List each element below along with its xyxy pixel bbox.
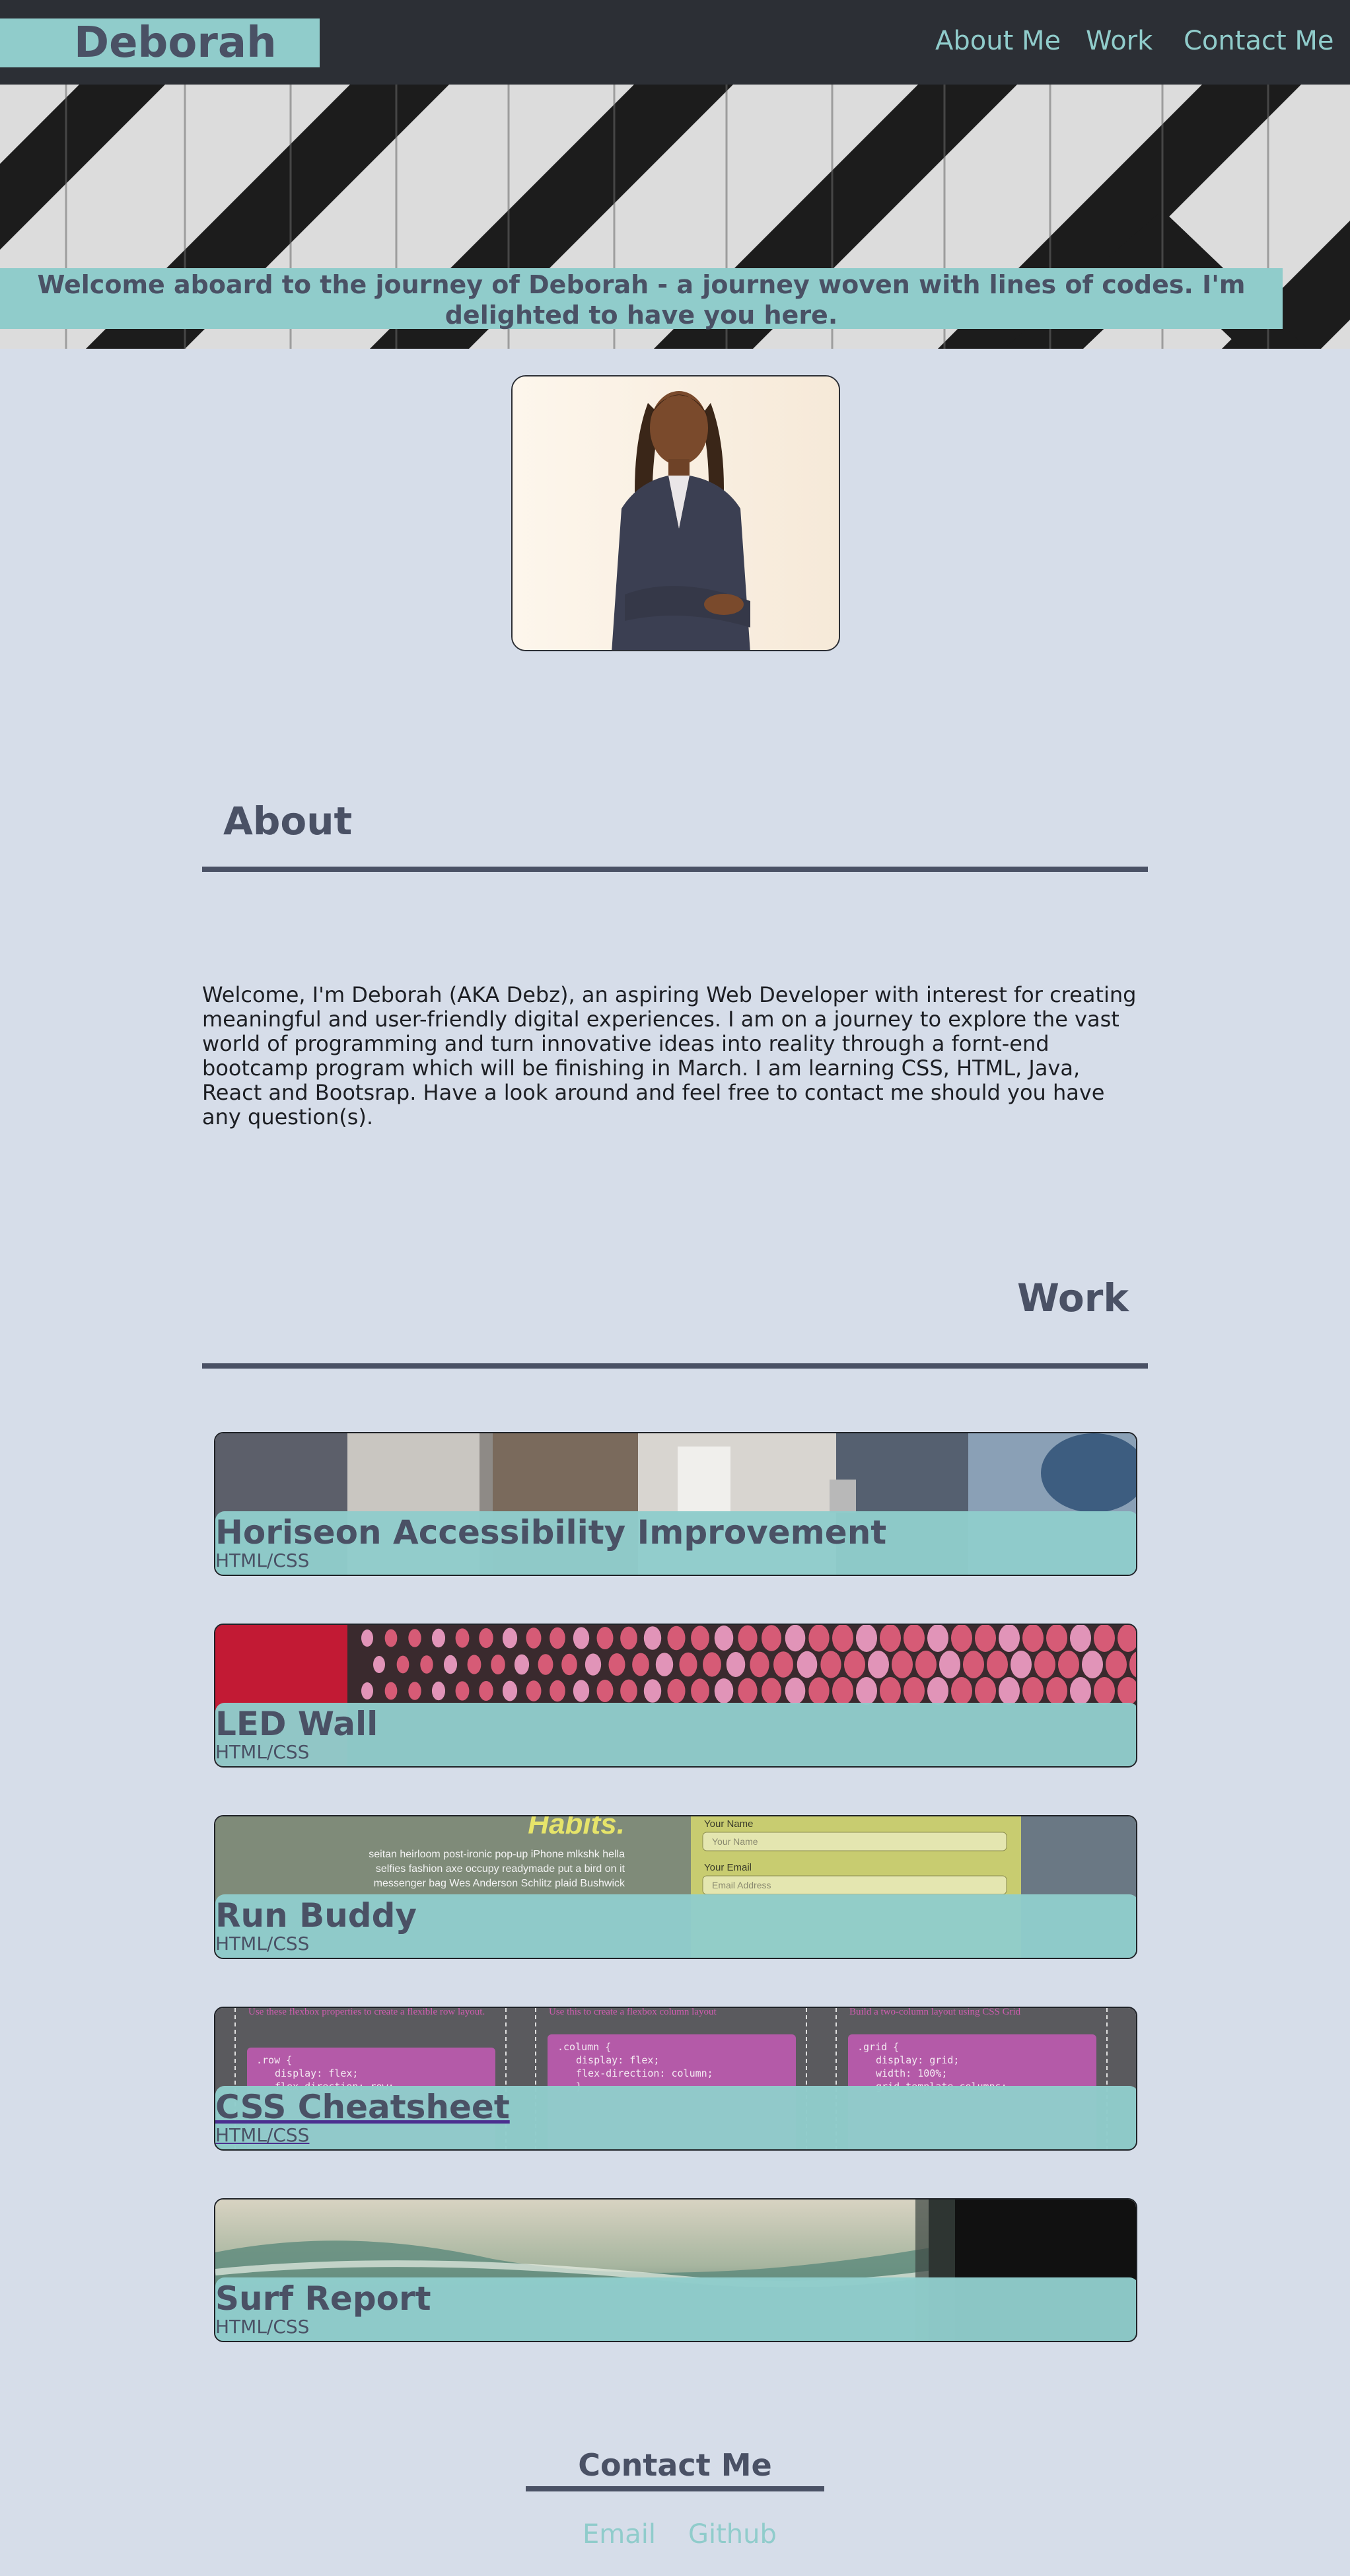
runbuddy-preview-name-label: Your Name [704, 1818, 754, 1830]
cheatsheet-preview-col1-heading: Use these flexbox properties to create a… [248, 2008, 485, 2017]
navbar: Deborah About Me Work Contact Me [0, 0, 1350, 85]
project-tech: HTML/CSS [215, 2124, 310, 2146]
runbuddy-preview-heading: Habits. [528, 1816, 625, 1840]
contact-divider [526, 2486, 824, 2491]
nav-link-about[interactable]: About Me [935, 22, 1061, 59]
project-label: Run Buddy HTML/CSS [215, 1894, 1136, 1958]
runbuddy-preview-body-1: seitan heirloom post-ironic pop-up iPhon… [369, 1849, 625, 1860]
project-tech: HTML/CSS [215, 1933, 310, 1954]
project-card-surf-report[interactable]: Surf Report HTML/CSS [214, 2198, 1137, 2342]
project-title-link[interactable]: LED Wall [215, 1704, 378, 1744]
project-card-led-wall[interactable]: LED Wall HTML/CSS [214, 1624, 1137, 1768]
project-card-run-buddy[interactable]: Habits. seitan heirloom post-ironic pop-… [214, 1815, 1137, 1959]
contact-heading: Contact Me [578, 2447, 772, 2483]
about-heading: About [223, 799, 353, 843]
project-title-link[interactable]: CSS Cheatsheet [215, 2087, 510, 2127]
runbuddy-preview-body-2: selfies fashion axe occupy readymade put… [376, 1863, 625, 1875]
work-divider [202, 1363, 1148, 1369]
cheatsheet-preview-col3-heading: Build a two-column layout using CSS Grid [849, 2008, 1021, 2017]
project-card-css-cheatsheet[interactable]: Use these flexbox properties to create a… [214, 2007, 1137, 2151]
cheatsheet-code-line: .row { [256, 2054, 292, 2066]
cheatsheet-code-line: display: flex; [576, 2054, 659, 2066]
nav-link-contact[interactable]: Contact Me [1184, 22, 1333, 59]
about-paragraph: Welcome, I'm Deborah (AKA Debz), an aspi… [202, 982, 1137, 1129]
cheatsheet-code-line: width: 100%; [876, 2067, 947, 2079]
cheatsheet-code-line: .grid { [857, 2041, 899, 2053]
hero-section: Welcome aboard to the journey of Deborah… [0, 85, 1350, 349]
cheatsheet-preview-col2-heading: Use this to create a flexbox column layo… [549, 2008, 717, 2017]
project-tech: HTML/CSS [215, 2316, 310, 2338]
contact-link-email[interactable]: Email [583, 2518, 656, 2551]
cheatsheet-code-line: flex-direction: column; [576, 2067, 713, 2079]
project-label: Horiseon Accessibility Improvement HTML/… [215, 1511, 1136, 1575]
project-tech: HTML/CSS [215, 1741, 310, 1763]
hero-welcome-banner: Welcome aboard to the journey of Deborah… [0, 268, 1283, 330]
about-divider [202, 867, 1148, 872]
project-label: Surf Report HTML/CSS [215, 2277, 1136, 2341]
runbuddy-preview-body-3: messenger bag Wes Anderson Schlitz plaid… [374, 1878, 625, 1889]
project-label: CSS Cheatsheet HTML/CSS [215, 2086, 1136, 2149]
runbuddy-preview-name-placeholder: Your Name [712, 1836, 758, 1847]
runbuddy-preview-email-placeholder: Email Address [712, 1880, 771, 1890]
nav-link-work[interactable]: Work [1086, 22, 1153, 59]
runbuddy-preview-email-label: Your Email [704, 1862, 752, 1873]
project-card-horiseon[interactable]: Horiseon Accessibility Improvement HTML/… [214, 1432, 1137, 1576]
project-title-link[interactable]: Surf Report [215, 2279, 431, 2318]
project-title-link[interactable]: Horiseon Accessibility Improvement [215, 1513, 886, 1552]
project-label: LED Wall HTML/CSS [215, 1703, 1136, 1766]
cheatsheet-code-line: .column { [557, 2041, 611, 2053]
cheatsheet-code-line: display: flex; [275, 2067, 358, 2079]
cheatsheet-code-line: display: grid; [876, 2054, 959, 2066]
contact-link-github[interactable]: Github [688, 2518, 777, 2551]
profile-photo [511, 375, 840, 651]
project-tech: HTML/CSS [215, 1550, 310, 1571]
brand-name[interactable]: Deborah [0, 18, 320, 67]
work-heading: Work [1017, 1275, 1129, 1320]
project-title-link[interactable]: Run Buddy [215, 1896, 417, 1935]
portfolio-page: Deborah About Me Work Contact Me Welcome… [0, 0, 1350, 2576]
